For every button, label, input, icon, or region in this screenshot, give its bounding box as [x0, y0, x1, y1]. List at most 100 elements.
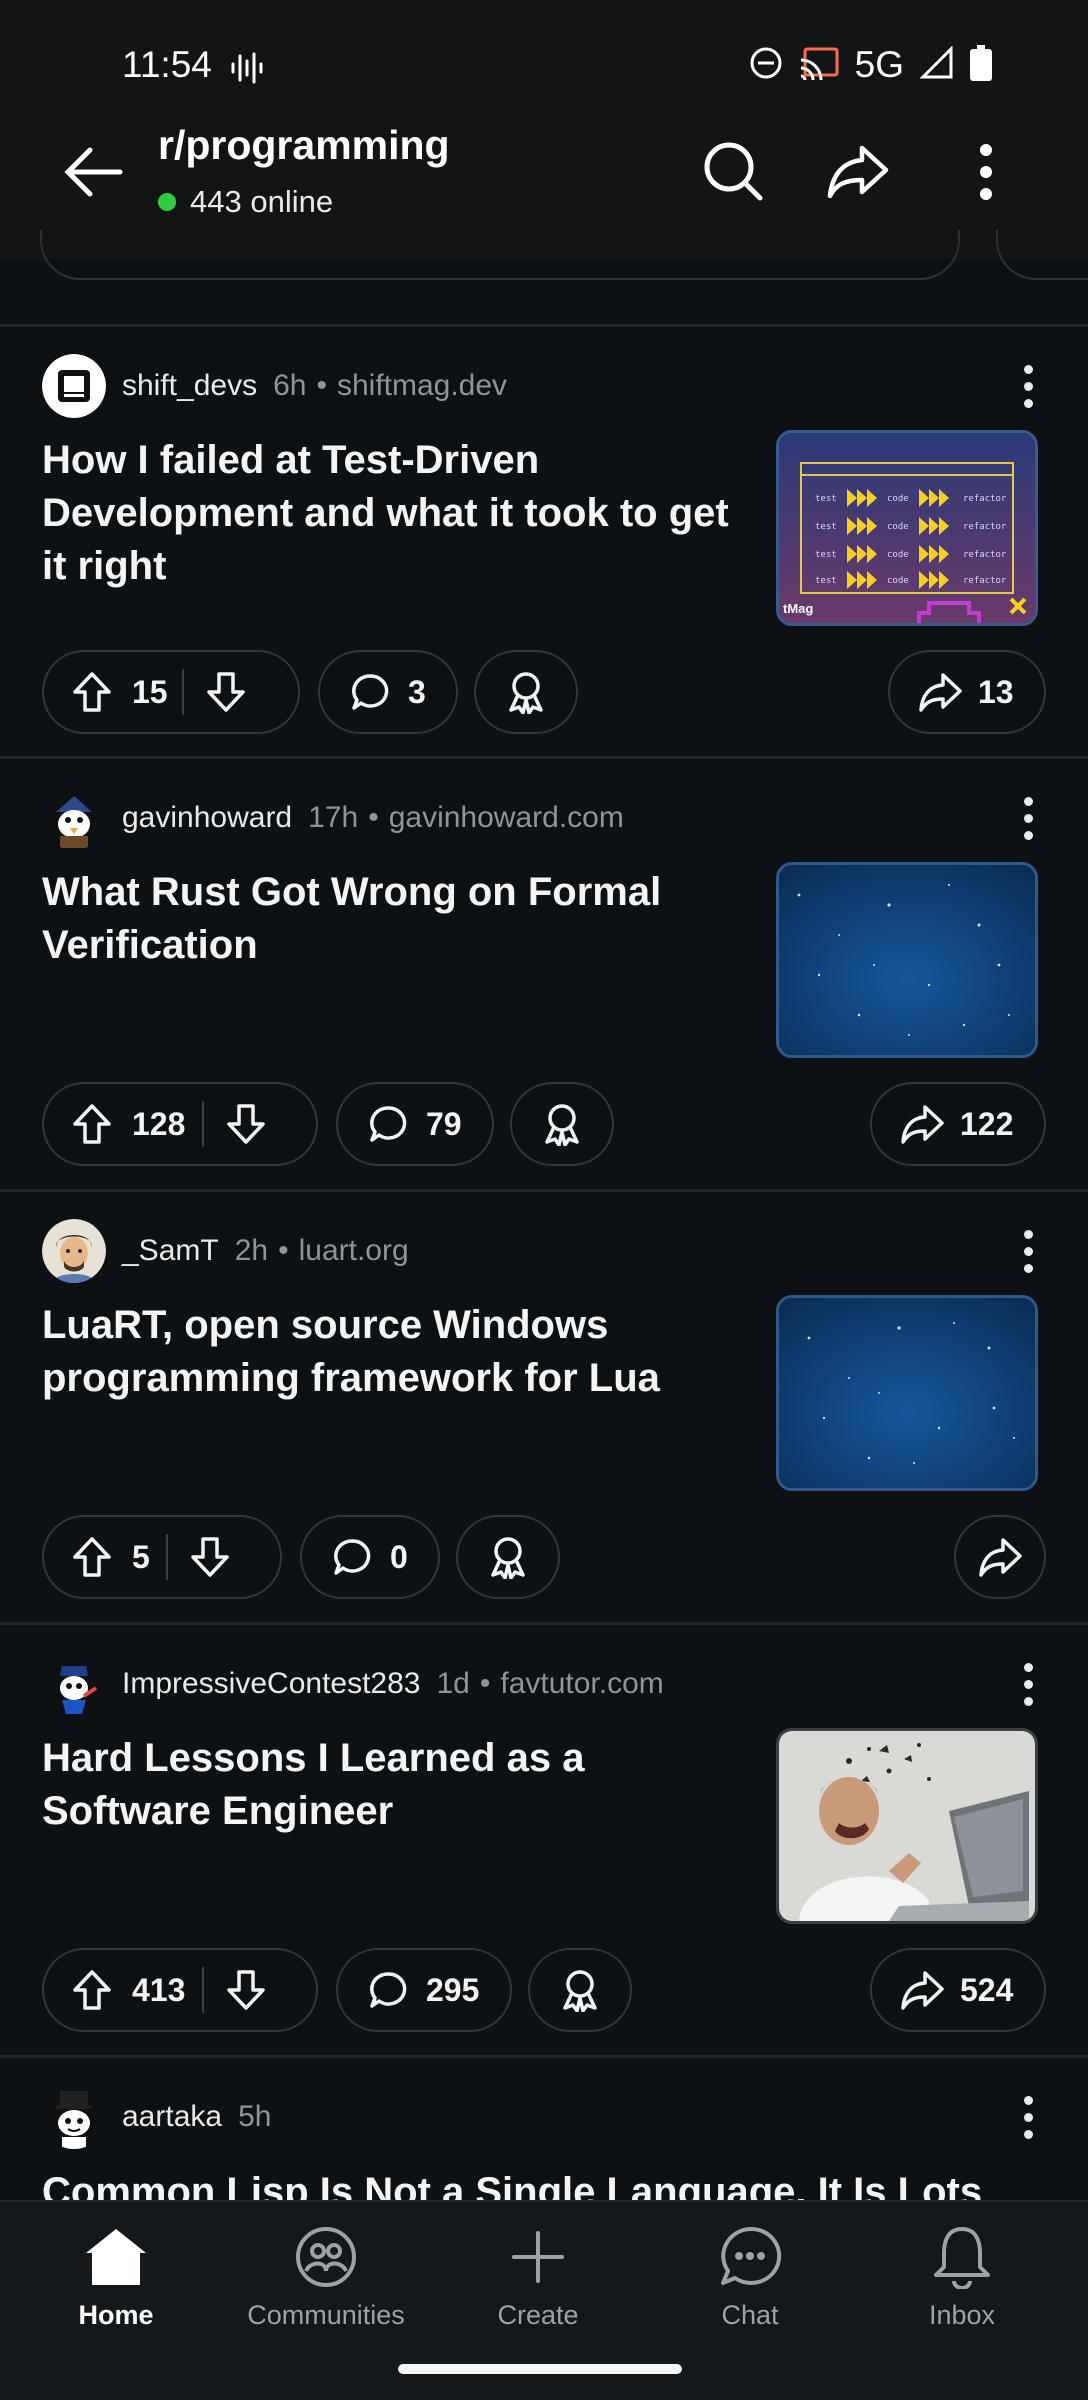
downvote-button[interactable]: [206, 671, 246, 713]
post-more-button[interactable]: [1008, 356, 1048, 416]
nav-communities[interactable]: Communities: [246, 2218, 406, 2331]
comment-icon: [350, 672, 390, 712]
share-icon: [918, 672, 962, 712]
upvote-button[interactable]: [72, 1536, 112, 1578]
status-time: 11:54: [122, 44, 212, 85]
award-button[interactable]: [474, 650, 578, 734]
share-subreddit-button[interactable]: [822, 136, 894, 208]
post-title[interactable]: How I failed at Test-Driven Development …: [42, 434, 742, 593]
partial-card-outline: [996, 230, 1088, 280]
post-title[interactable]: Hard Lessons I Learned as a Software Eng…: [42, 1732, 742, 1838]
post-author[interactable]: aartaka: [122, 2100, 222, 2134]
post-card[interactable]: ImpressiveContest283 1d • favtutor.com H…: [0, 1622, 1088, 2052]
search-icon: [704, 142, 763, 201]
award-button[interactable]: [510, 1082, 614, 1166]
share-icon: [900, 1104, 944, 1144]
thumb-row-test: test: [815, 576, 837, 586]
post-card[interactable]: shift_devs 6h • shiftmag.dev How I faile…: [0, 324, 1088, 754]
post-title[interactable]: LuaRT, open source Windows programming f…: [42, 1299, 742, 1405]
avatar[interactable]: [42, 1652, 106, 1716]
vote-separator: [202, 1101, 204, 1147]
downvote-button[interactable]: [190, 1536, 230, 1578]
post-author[interactable]: shift_devs: [122, 369, 257, 403]
award-button[interactable]: [528, 1948, 632, 2032]
post-more-button[interactable]: [1008, 1221, 1048, 1281]
nav-home[interactable]: Home: [36, 2218, 196, 2331]
comments-button[interactable]: 295: [336, 1948, 512, 2032]
avatar[interactable]: [42, 786, 106, 850]
post-author[interactable]: _SamT: [122, 1234, 219, 1268]
nav-create[interactable]: Create: [458, 2218, 618, 2331]
upvote-count: 5: [132, 1538, 150, 1575]
dnd-icon: [749, 46, 783, 85]
share-count: 122: [960, 1105, 1014, 1142]
chat-icon: [718, 2218, 782, 2296]
search-button[interactable]: [698, 136, 770, 208]
post-more-button[interactable]: [1008, 1654, 1048, 1714]
vote-control: 15: [42, 650, 300, 734]
post-meta: gavinhoward 17h • gavinhoward.com: [42, 786, 624, 850]
post-age: 6h: [273, 369, 307, 402]
award-button[interactable]: [456, 1515, 560, 1599]
post-thumbnail[interactable]: [776, 1728, 1038, 1924]
back-button[interactable]: [60, 138, 128, 206]
downvote-icon: [207, 672, 245, 712]
upvote-button[interactable]: [72, 1969, 112, 2011]
communities-icon: [294, 2218, 358, 2296]
share-button[interactable]: [954, 1515, 1046, 1599]
post-more-button[interactable]: [1008, 2087, 1048, 2147]
upvote-count: 413: [132, 1971, 186, 2008]
post-more-button[interactable]: [1008, 788, 1048, 848]
more-vertical-icon: [980, 144, 992, 200]
plus-icon: [510, 2218, 566, 2296]
network-label: 5G: [854, 44, 904, 85]
status-icons: 5G: [749, 44, 992, 86]
partial-card-outline: [40, 230, 960, 280]
avatar[interactable]: [42, 1219, 106, 1283]
nav-chat[interactable]: Chat: [670, 2218, 830, 2331]
thumb-row-code: code: [887, 576, 909, 586]
comments-button[interactable]: 79: [336, 1082, 494, 1166]
post-domain[interactable]: favtutor.com: [500, 1667, 663, 1701]
thumb-row-code: code: [887, 550, 909, 560]
vote-separator: [202, 1967, 204, 2013]
comment-count: 0: [390, 1538, 408, 1575]
post-card[interactable]: _SamT 2h • luart.org LuaRT, open source …: [0, 1189, 1088, 1619]
post-card[interactable]: gavinhoward 17h • gavinhoward.com What R…: [0, 756, 1088, 1186]
post-thumbnail[interactable]: [776, 1295, 1038, 1491]
overflow-menu-button[interactable]: [950, 136, 1022, 208]
post-meta: _SamT 2h • luart.org: [42, 1219, 409, 1283]
subreddit-name[interactable]: r/programming: [158, 122, 450, 169]
downvote-button[interactable]: [226, 1103, 266, 1145]
post-title[interactable]: What Rust Got Wrong on Formal Verificati…: [42, 866, 742, 972]
award-icon: [488, 1535, 528, 1579]
online-label: 443 online: [190, 184, 334, 219]
comments-button[interactable]: 3: [318, 650, 458, 734]
share-button[interactable]: 13: [888, 650, 1046, 734]
thumb-row-test: test: [815, 522, 837, 532]
post-thumbnail[interactable]: test code refactor test code refactor te…: [776, 430, 1038, 626]
avatar[interactable]: [42, 2085, 106, 2149]
share-button[interactable]: 524: [870, 1948, 1046, 2032]
gesture-home-bar[interactable]: [398, 2364, 682, 2374]
upvote-icon: [73, 1537, 111, 1577]
downvote-icon: [227, 1970, 265, 2010]
upvote-count: 128: [132, 1105, 186, 1142]
post-author[interactable]: gavinhoward: [122, 801, 292, 835]
post-domain[interactable]: luart.org: [299, 1234, 409, 1268]
share-button[interactable]: 122: [870, 1082, 1046, 1166]
post-domain[interactable]: shiftmag.dev: [337, 369, 507, 403]
upvote-button[interactable]: [72, 1103, 112, 1145]
vote-control: 5: [42, 1515, 282, 1599]
post-author[interactable]: ImpressiveContest283: [122, 1667, 420, 1701]
comments-button[interactable]: 0: [300, 1515, 440, 1599]
avatar[interactable]: [42, 354, 106, 418]
post-domain[interactable]: gavinhoward.com: [389, 801, 624, 835]
upvote-button[interactable]: [72, 671, 112, 713]
share-count: 524: [960, 1971, 1014, 2008]
downvote-button[interactable]: [226, 1969, 266, 2011]
nav-label: Communities: [247, 2300, 405, 2330]
comment-count: 79: [426, 1105, 462, 1142]
post-thumbnail[interactable]: [776, 862, 1038, 1058]
nav-inbox[interactable]: Inbox: [882, 2218, 1042, 2331]
